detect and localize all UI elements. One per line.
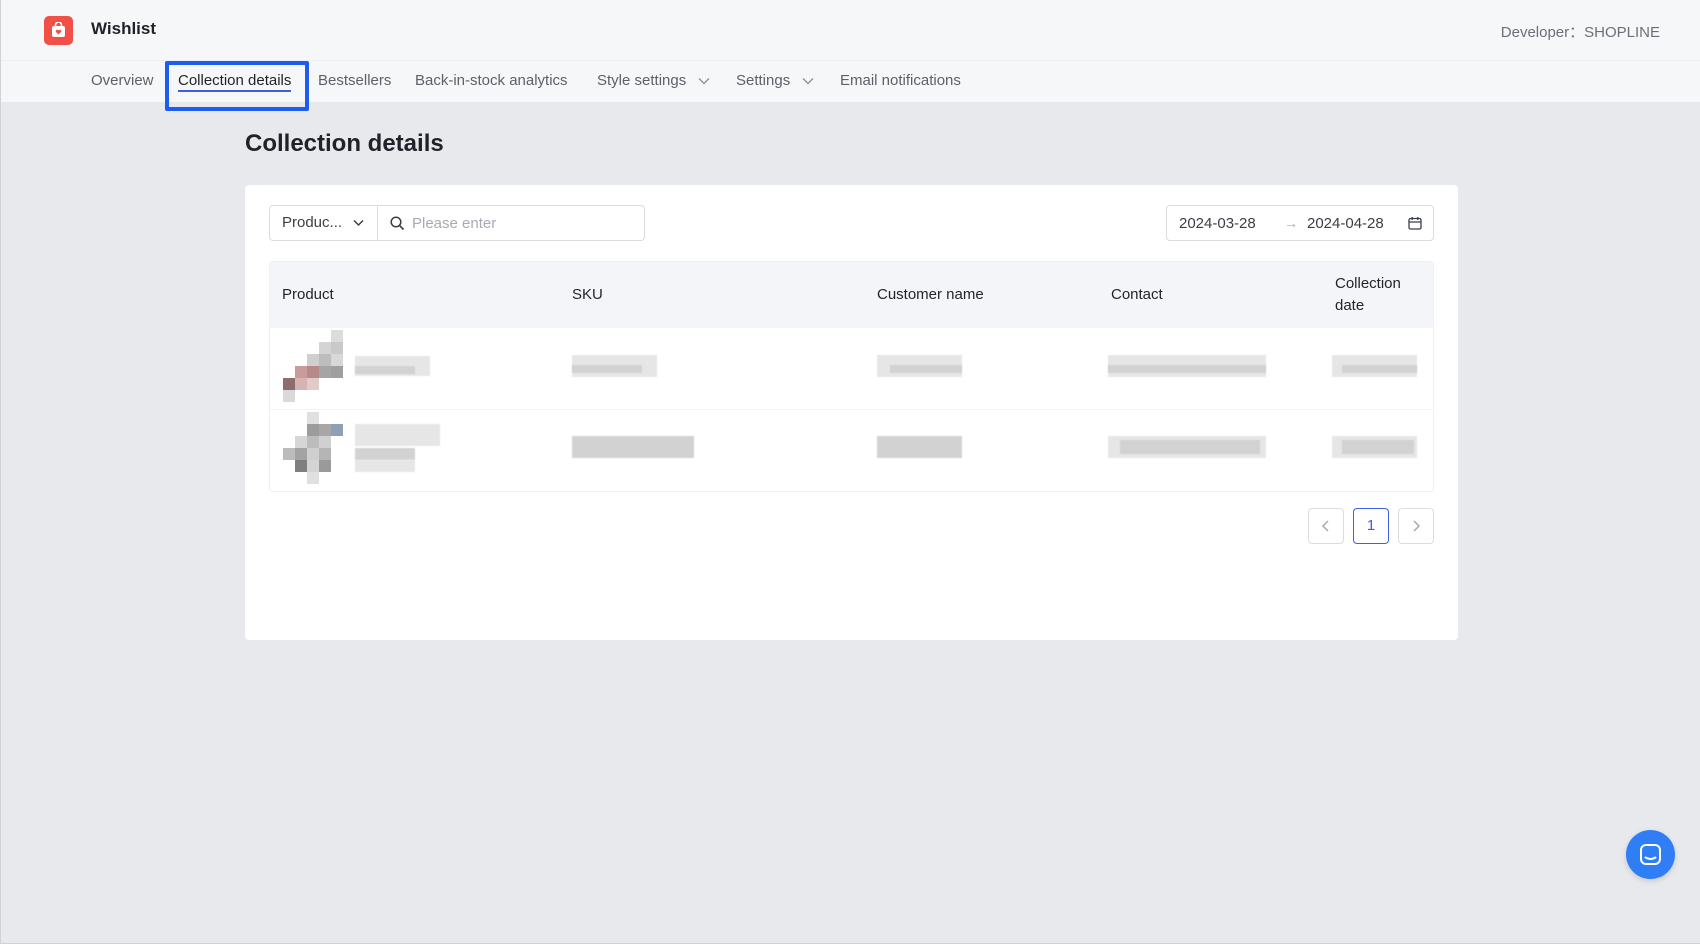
collection-table: Product SKU Customer name Contact Collec… xyxy=(269,261,1434,492)
page-title: Collection details xyxy=(245,130,444,157)
chevron-right-icon xyxy=(1413,520,1421,532)
column-header-collection-date: Collection date xyxy=(1335,275,1401,314)
tab-email-notifications-label: Email notifications xyxy=(840,72,961,89)
product-name-redacted-shade xyxy=(355,448,415,460)
date-start[interactable]: 2024-03-28 xyxy=(1179,215,1256,232)
wishlist-logo-icon xyxy=(44,16,73,45)
product-name-redacted-shade xyxy=(355,366,415,374)
sku-redacted-shade xyxy=(572,365,642,373)
tab-email-notifications[interactable]: Email notifications xyxy=(840,61,961,102)
product-name-redacted xyxy=(355,424,440,446)
app-title: Wishlist xyxy=(91,19,157,38)
active-tab-highlight-box xyxy=(165,61,309,111)
contact-redacted-shade xyxy=(1120,440,1260,454)
collection-card: Produc... 2024-03-28 → 2024-04-28 Produc… xyxy=(245,185,1458,640)
pagination-prev-button[interactable] xyxy=(1308,508,1344,544)
table-header: Product SKU Customer name Contact Collec… xyxy=(270,262,1433,328)
sku-redacted xyxy=(572,436,694,458)
chevron-down-icon xyxy=(802,78,814,85)
chevron-down-icon xyxy=(698,78,710,85)
tab-back-in-stock-analytics[interactable]: Back-in-stock analytics xyxy=(415,61,568,102)
developer-label: Developer：SHOPLINE xyxy=(1500,24,1660,41)
pagination-page-1[interactable]: 1 xyxy=(1353,508,1389,544)
tab-overview-label: Overview xyxy=(91,72,154,89)
chat-icon xyxy=(1640,844,1661,865)
chat-button[interactable] xyxy=(1626,830,1675,879)
table-row xyxy=(270,410,1433,491)
field-select[interactable]: Produc... xyxy=(269,205,378,241)
column-header-product: Product xyxy=(282,286,334,303)
chevron-left-icon xyxy=(1321,520,1329,532)
tab-settings-label: Settings xyxy=(736,72,791,89)
column-header-sku: SKU xyxy=(572,286,603,303)
pagination-next-button[interactable] xyxy=(1398,508,1434,544)
tab-bestsellers[interactable]: Bestsellers xyxy=(318,61,391,102)
product-name-redacted-line2 xyxy=(355,460,415,472)
search-icon xyxy=(390,216,405,231)
column-header-customer-name: Customer name xyxy=(877,286,984,303)
collection-date-redacted-shade xyxy=(1342,440,1414,454)
chevron-down-icon xyxy=(353,219,364,227)
calendar-icon xyxy=(1408,217,1422,230)
column-header-contact: Contact xyxy=(1111,286,1163,303)
search-box xyxy=(377,205,645,241)
tab-overview[interactable]: Overview xyxy=(91,61,154,102)
date-end[interactable]: 2024-04-28 xyxy=(1307,215,1384,232)
tab-style-settings[interactable]: Style settings xyxy=(597,61,710,102)
tab-bestsellers-label: Bestsellers xyxy=(318,72,392,89)
search-input[interactable] xyxy=(412,212,632,234)
app-header: Wishlist Developer：SHOPLINE xyxy=(1,0,1700,61)
product-thumbnail-redacted xyxy=(281,330,343,402)
date-range-picker[interactable]: 2024-03-28 → 2024-04-28 xyxy=(1166,205,1434,241)
field-select-value: Produc... xyxy=(282,214,343,231)
tab-style-settings-label: Style settings xyxy=(597,72,687,89)
tab-settings[interactable]: Settings xyxy=(736,61,814,102)
customer-name-redacted-shade xyxy=(890,365,962,373)
app-window: Wishlist Developer：SHOPLINE Overview Col… xyxy=(0,0,1700,944)
collection-date-redacted-shade xyxy=(1342,365,1417,373)
table-row xyxy=(270,328,1433,410)
product-thumbnail-redacted xyxy=(281,412,343,484)
contact-redacted-shade xyxy=(1108,365,1266,373)
customer-name-redacted xyxy=(877,436,962,458)
tab-back-in-stock-label: Back-in-stock analytics xyxy=(415,72,568,89)
date-separator: → xyxy=(1284,215,1298,231)
